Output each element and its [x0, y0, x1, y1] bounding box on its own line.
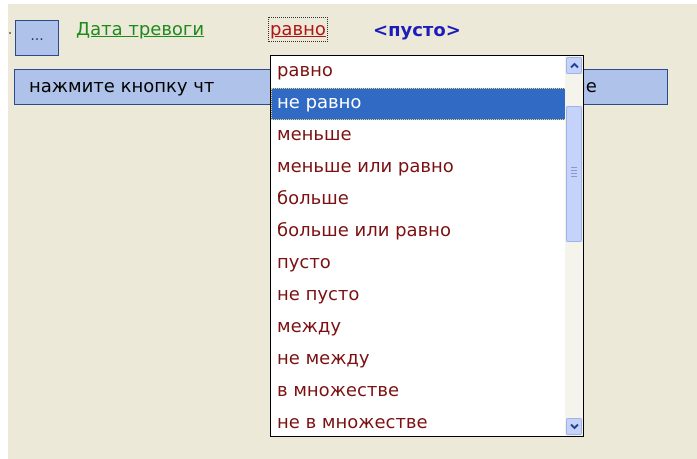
operator-option[interactable]: меньше или равно — [271, 152, 567, 184]
scrollbar-thumb[interactable] — [566, 106, 582, 242]
operator-option[interactable]: не пусто — [271, 280, 567, 312]
operator-option[interactable]: между — [271, 312, 567, 344]
operator-option[interactable]: пусто — [271, 248, 567, 280]
field-link[interactable]: Дата тревоги — [76, 19, 204, 40]
hint-text-left: нажмите кнопку чт — [29, 76, 215, 97]
operator-option[interactable]: не в множестве — [271, 408, 567, 436]
tree-connector-dot — [9, 32, 11, 34]
operator-link[interactable]: равно — [268, 17, 328, 42]
operator-option[interactable]: не между — [271, 344, 567, 376]
operator-option[interactable]: меньше — [271, 120, 567, 152]
operator-option[interactable]: равно — [271, 56, 567, 88]
chevron-up-icon[interactable] — [566, 57, 582, 74]
dropdown-scrollbar[interactable] — [565, 56, 583, 436]
value-link[interactable]: <пусто> — [373, 20, 461, 41]
condition-menu-button[interactable]: ... — [15, 20, 59, 56]
operator-option[interactable]: больше — [271, 184, 567, 216]
chevron-down-icon[interactable] — [566, 418, 582, 435]
operator-option-list: равно не равно меньше меньше или равно больш… — [271, 56, 567, 436]
grip-icon — [571, 167, 577, 179]
operator-option[interactable]: больше или равно — [271, 216, 567, 248]
operator-option[interactable]: не равно — [271, 88, 567, 120]
operator-option[interactable]: в множестве — [271, 376, 567, 408]
operator-dropdown[interactable]: равно не равно меньше меньше или равно больш… — [270, 55, 584, 437]
